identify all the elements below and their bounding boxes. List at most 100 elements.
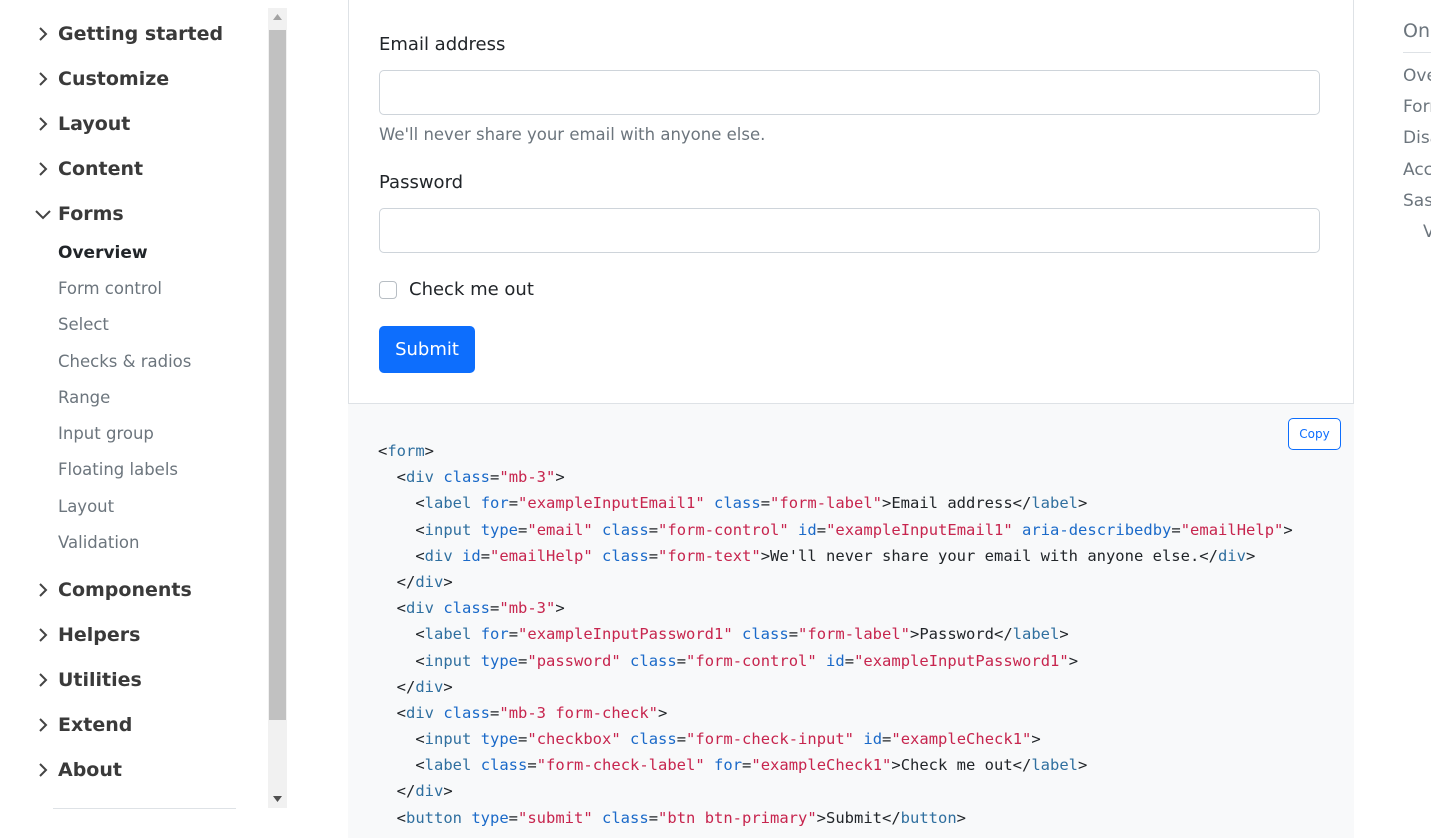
sidebar-item-floating-labels[interactable]: Floating labels — [58, 458, 178, 482]
code-token-attr: id — [798, 520, 817, 539]
toc-subitem[interactable]: V — [1423, 222, 1431, 242]
code-line: <label class="form-check-label" for="exa… — [378, 752, 1293, 778]
sidebar-group-label: Content — [58, 158, 144, 180]
code-token-tag: div — [406, 468, 434, 487]
sidebar-group-utilities[interactable]: Utilities — [33, 666, 142, 694]
sidebar-group-label: Customize — [58, 68, 170, 90]
code-token-punct: </ — [378, 572, 416, 591]
scroll-down-arrow-icon[interactable] — [268, 790, 287, 808]
sidebar-item-input-group[interactable]: Input group — [58, 422, 154, 446]
scrollbar-thumb[interactable] — [269, 30, 286, 720]
code-token-attr: type — [471, 808, 509, 827]
code-token-tag: label — [424, 494, 472, 513]
code-token-val: "form-check-label" — [536, 756, 705, 775]
code-line: </div> — [378, 674, 1293, 700]
chevron-right-icon — [33, 670, 53, 690]
sidebar-item-validation[interactable]: Validation — [58, 531, 139, 555]
check-me-out-checkbox[interactable] — [379, 281, 397, 299]
code-token-tag: label — [424, 756, 472, 775]
sidebar-group-forms[interactable]: Forms — [33, 200, 124, 228]
copy-button[interactable]: Copy — [1288, 418, 1341, 450]
code-token-punct: > — [424, 442, 435, 460]
sidebar-group-customize[interactable]: Customize — [33, 65, 169, 93]
code-token-val: "emailHelp" — [490, 546, 593, 565]
code-line: <div class="mb-3"> — [378, 595, 1293, 621]
code-token-attr: class — [602, 546, 649, 565]
sidebar-group-layout[interactable]: Layout — [33, 110, 130, 138]
toc-item[interactable]: Acc — [1403, 160, 1431, 180]
sidebar-scrollbar[interactable] — [268, 8, 287, 808]
sidebar-item-select[interactable]: Select — [58, 313, 109, 337]
sidebar-divider — [53, 808, 236, 809]
code-token-punct: = — [648, 520, 659, 539]
toc-item[interactable]: Sas — [1403, 191, 1431, 211]
code-token-punct: = — [676, 651, 687, 670]
code-token-punct: < — [378, 703, 406, 722]
code-line: <label for="exampleInputPassword1" class… — [378, 621, 1293, 647]
scroll-up-arrow-icon[interactable] — [268, 8, 287, 26]
sidebar-group-extend[interactable]: Extend — [33, 711, 132, 739]
code-token-attr: type — [480, 651, 519, 670]
code-token-punct: > — [956, 808, 967, 827]
code-token-val: "mb-3" — [499, 468, 556, 487]
chevron-right-icon — [33, 715, 53, 735]
code-token-attr: type — [480, 520, 519, 539]
code-token-attr: class — [602, 808, 649, 827]
code-token-val: "form-label" — [770, 494, 883, 513]
code-token-attr: class — [443, 468, 491, 487]
code-token-punct: = — [1171, 520, 1181, 539]
code-token-val: "emailHelp" — [1180, 520, 1284, 539]
sidebar-item-range[interactable]: Range — [58, 386, 110, 410]
check-me-out-label[interactable]: Check me out — [409, 279, 534, 300]
code-token-punct: >We'll never share your email with anyon… — [760, 546, 1218, 565]
code-token-punct: = — [518, 651, 528, 670]
code-token-punct: > — [1245, 546, 1256, 565]
code-token-val: "btn btn-primary" — [658, 808, 817, 827]
email-input[interactable] — [379, 70, 1320, 115]
sidebar-group-content[interactable]: Content — [33, 155, 143, 183]
sidebar-group-components[interactable]: Components — [33, 576, 192, 604]
email-help-text: We'll never share your email with anyone… — [379, 125, 766, 144]
sidebar-group-about[interactable]: About — [33, 756, 122, 784]
sidebar-item-checks-radios[interactable]: Checks & radios — [58, 350, 191, 374]
code-token-attr: type — [480, 730, 519, 749]
sidebar-group-helpers[interactable]: Helpers — [33, 621, 140, 649]
code-token-attr: class — [742, 625, 789, 644]
sidebar-group-label: Getting started — [58, 23, 224, 45]
code-token-tag: label — [424, 625, 472, 644]
code-line: <div class="mb-3"> — [378, 464, 1293, 490]
code-token-punct: = — [508, 808, 519, 827]
password-input[interactable] — [379, 208, 1320, 253]
code-token-punct: = — [518, 520, 528, 539]
code-token-tag: div — [406, 703, 434, 722]
sidebar-item-form-control[interactable]: Form control — [58, 277, 162, 301]
code-token-tag: div — [415, 782, 444, 801]
code-token-tag: div — [1217, 546, 1246, 565]
code-token-attr: id — [863, 730, 883, 749]
code-token-tag: button — [900, 808, 957, 827]
code-lines: <form> <div class="mb-3"> <label for="ex… — [378, 438, 1293, 831]
code-token-punct: > — [1068, 651, 1079, 670]
code-token-val: "submit" — [518, 808, 593, 827]
sidebar-item-layout[interactable]: Layout — [58, 495, 114, 519]
submit-button[interactable]: Submit — [379, 326, 475, 373]
code-token-tag: div — [415, 677, 444, 696]
sidebar-group-getting-started[interactable]: Getting started — [33, 20, 223, 48]
code-token-punct: = — [508, 494, 519, 513]
code-token-attr: class — [602, 520, 649, 539]
toc-item[interactable]: Forr — [1403, 97, 1431, 117]
toc-item[interactable]: Disa — [1403, 128, 1431, 148]
code-token-punct: > — [1283, 520, 1293, 539]
sidebar-item-overview[interactable]: Overview — [58, 241, 148, 265]
code-token-punct: < — [378, 494, 425, 513]
chevron-right-icon — [33, 760, 53, 780]
code-token-val: "exampleCheck1" — [891, 730, 1032, 749]
code-token-punct: = — [676, 730, 687, 749]
toc-item[interactable]: Ove — [1403, 66, 1431, 86]
